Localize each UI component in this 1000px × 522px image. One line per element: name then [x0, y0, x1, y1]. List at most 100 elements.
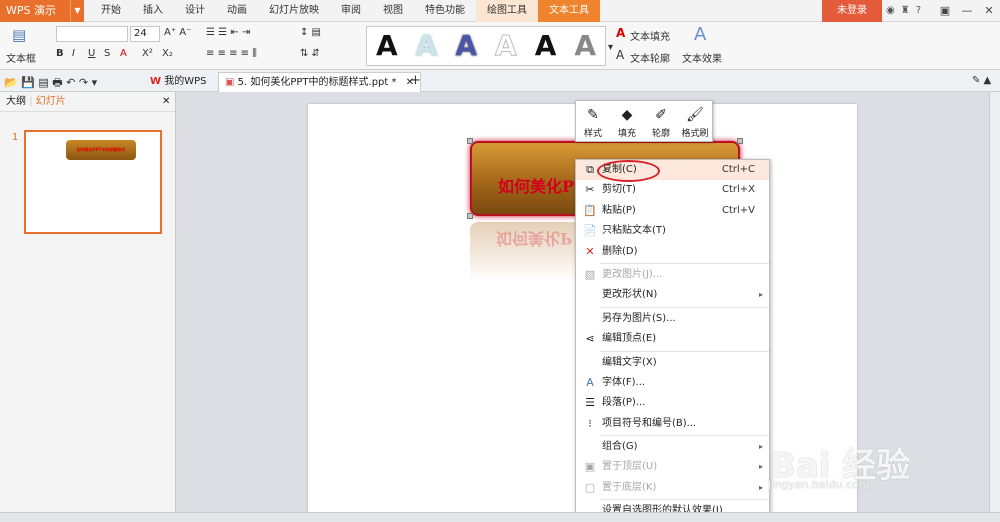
- menu-item-label: 删除(D): [602, 245, 638, 257]
- menu-item-4[interactable]: ✕ 删除(D): [576, 242, 769, 262]
- mini-button-0[interactable]: ✎ 样式: [576, 101, 610, 141]
- mini-button-2[interactable]: ✐ 轮廓: [644, 101, 678, 141]
- highlight-oval: [597, 160, 660, 182]
- bullets-icon[interactable]: ☰ ☰ ⇤ ⇥: [206, 27, 250, 38]
- close-icon[interactable]: ✕: [978, 0, 1000, 22]
- scissors-icon: ✂: [585, 183, 595, 197]
- tab-outline[interactable]: 大纲: [6, 96, 26, 107]
- paste-text-icon: 📄: [583, 224, 597, 238]
- gallery-expand-icon[interactable]: ▾: [608, 42, 613, 53]
- restore-icon[interactable]: ▣: [934, 0, 956, 22]
- subscript-button[interactable]: X₂: [162, 48, 173, 59]
- slide-thumbnail[interactable]: 如何美化PPT中的标题样式: [24, 130, 162, 234]
- menu-item-9[interactable]: 另存为图片(S)...: [576, 309, 769, 329]
- tab-3[interactable]: 动画: [216, 0, 258, 22]
- tab-2[interactable]: 设计: [174, 0, 216, 22]
- text-style-4[interactable]: A: [526, 26, 566, 66]
- menu-item-label: 编辑文字(X): [602, 356, 657, 368]
- text-style-gallery: AAAAAA: [366, 26, 606, 66]
- window-controls: ▣ — ✕: [934, 0, 1000, 22]
- menu-item-14[interactable]: ☰ 段落(P)...: [576, 393, 769, 413]
- text-style-2[interactable]: A: [446, 26, 486, 66]
- text-direction-icon[interactable]: ⇅ ⇵: [300, 48, 320, 59]
- tab-1[interactable]: 插入: [132, 0, 174, 22]
- vertical-scrollbar[interactable]: [989, 92, 1000, 522]
- tab-current-document[interactable]: ▣ 5. 如何美化PPT中的标题样式.ppt * ✕: [218, 72, 422, 92]
- menu-tabs: 开始 插入 设计 动画 幻灯片放映 审阅 视图 特色功能 绘图工具 文本工具: [90, 0, 600, 22]
- shirt-icon[interactable]: ♜: [901, 0, 910, 22]
- picture-icon: ▧: [584, 267, 596, 281]
- align-icons[interactable]: ≡ ≡ ≡ ≡ ⫼: [206, 48, 257, 59]
- help-icon[interactable]: ?: [916, 0, 921, 22]
- superscript-button[interactable]: X²: [142, 48, 153, 59]
- text-style-1[interactable]: A: [407, 26, 447, 66]
- menu-item-17[interactable]: 组合(G) ▸: [576, 437, 769, 457]
- menu-item-15[interactable]: ⁝ 项目符号和编号(B)...: [576, 414, 769, 434]
- reflection-text: 如何美化P: [496, 229, 573, 248]
- menu-item-1[interactable]: ✂ 剪切(T) Ctrl+X: [576, 180, 769, 200]
- ppt-file-icon: ▣: [225, 77, 235, 88]
- tab-7[interactable]: 特色功能: [414, 0, 476, 22]
- tab-slides[interactable]: 幻灯片: [36, 96, 66, 107]
- text-style-3[interactable]: A: [486, 26, 526, 66]
- title-text[interactable]: 如何美化P: [498, 173, 574, 197]
- tab-5[interactable]: 审阅: [330, 0, 372, 22]
- bullets-icon: ⁝: [588, 416, 592, 430]
- tab-6[interactable]: 视图: [372, 0, 414, 22]
- font-color-button[interactable]: A: [120, 48, 127, 59]
- submenu-arrow-icon: ▸: [758, 290, 763, 300]
- textbox-button[interactable]: 文本框: [6, 50, 36, 65]
- new-tab-icon[interactable]: +: [410, 73, 421, 88]
- outline-pen-icon: ✐: [655, 107, 667, 123]
- resize-handle[interactable]: [737, 138, 743, 144]
- menu-item-3[interactable]: 📄 只粘贴文本(T): [576, 221, 769, 241]
- menu-item-10[interactable]: ⋖ 编辑顶点(E): [576, 329, 769, 349]
- strikethrough-button[interactable]: S: [104, 48, 110, 59]
- submenu-arrow-icon: ▸: [758, 442, 763, 452]
- slides-pane: 大纲 | 幻灯片 ✕ 1 如何美化PPT中的标题样式: [0, 92, 176, 522]
- font-size-input[interactable]: 24: [130, 26, 160, 42]
- text-outline-button[interactable]: 文本轮廓: [630, 50, 670, 65]
- login-button[interactable]: 未登录: [822, 0, 882, 22]
- quick-access-icons[interactable]: 📂 💾 ▤ 🖶 ↶ ↷ ▾: [4, 74, 97, 93]
- line-spacing-icon[interactable]: ↕ ▤: [300, 27, 321, 38]
- mini-button-3[interactable]: 🖌 格式刷: [678, 101, 712, 141]
- chevron-down-icon[interactable]: ▼: [70, 0, 84, 22]
- bold-button[interactable]: B: [56, 48, 64, 59]
- text-effect-button[interactable]: 文本效果: [682, 50, 722, 65]
- skin-icon[interactable]: ◉: [886, 0, 895, 22]
- paragraph-icon: ☰: [585, 396, 595, 410]
- underline-button[interactable]: U: [88, 48, 95, 59]
- menu-item-label: 置于底层(K): [602, 481, 657, 493]
- tab-4[interactable]: 幻灯片放映: [258, 0, 330, 22]
- pane-tabs: 大纲 | 幻灯片 ✕: [0, 92, 175, 112]
- text-style-0[interactable]: A: [367, 26, 407, 66]
- text-style-5[interactable]: A: [565, 26, 605, 66]
- text-fill-button[interactable]: 文本填充: [630, 28, 670, 43]
- menu-separator: [600, 350, 769, 352]
- tab-0[interactable]: 开始: [90, 0, 132, 22]
- textbox-icon[interactable]: ▤: [12, 26, 26, 44]
- close-pane-icon[interactable]: ✕: [162, 92, 170, 112]
- pin-icon[interactable]: ✎ ▲: [972, 75, 991, 86]
- menu-item-12[interactable]: 编辑文字(X): [576, 353, 769, 373]
- minimize-icon[interactable]: —: [956, 0, 978, 22]
- italic-button[interactable]: I: [72, 48, 75, 59]
- wps-logo-icon: W: [150, 76, 162, 87]
- menu-item-13[interactable]: A 字体(F)...: [576, 373, 769, 393]
- fill-bucket-icon: ◆: [621, 107, 633, 123]
- font-name-input[interactable]: [56, 26, 128, 42]
- resize-handle[interactable]: [467, 138, 473, 144]
- menu-item-7[interactable]: 更改形状(N) ▸: [576, 285, 769, 305]
- font-grow-icon[interactable]: A⁺ A⁻: [164, 27, 191, 38]
- menu-item-2[interactable]: 📋 粘贴(P) Ctrl+V: [576, 201, 769, 221]
- tab-my-wps[interactable]: W 我的WPS: [144, 72, 212, 92]
- mini-button-1[interactable]: ◆ 填充: [610, 101, 644, 141]
- resize-handle[interactable]: [467, 213, 473, 219]
- menu-item-label: 字体(F)...: [602, 376, 646, 388]
- tab-8[interactable]: 绘图工具: [476, 0, 538, 22]
- edit-points-icon: ⋖: [585, 332, 595, 346]
- menu-separator: [600, 262, 769, 264]
- app-menu-button[interactable]: WPS 演示 ▼: [0, 0, 84, 22]
- tab-9[interactable]: 文本工具: [538, 0, 600, 22]
